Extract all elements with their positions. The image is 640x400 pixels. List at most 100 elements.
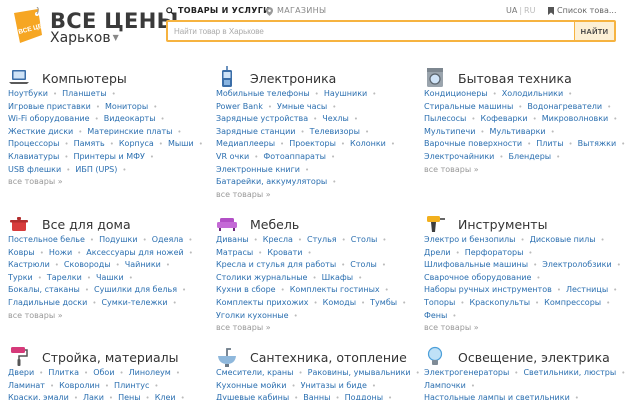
category-title[interactable]: Инструменты [458,217,547,233]
category-link[interactable]: Электронные книги [216,165,300,174]
category-link[interactable]: Столы [351,235,378,244]
category-link[interactable]: Унитазы и биде [301,381,367,390]
category-link[interactable]: Корпуса [119,139,154,148]
category-link[interactable]: Стулья [307,235,337,244]
category-link[interactable]: Светильники, люстры [523,368,616,377]
category-link[interactable]: Линолеум [129,368,171,377]
category-link[interactable]: Обои [93,368,114,377]
category-link[interactable]: VR очки [216,152,249,161]
category-link[interactable]: Комплекты прихожих [216,298,309,307]
category-link[interactable]: Мыши [168,139,194,148]
category-title[interactable]: Компьютеры [42,71,127,87]
category-title[interactable]: Освещение, электрика [458,350,610,366]
category-link[interactable]: Видеокарты [104,114,156,123]
category-link[interactable]: Пены [118,393,140,400]
category-link[interactable]: Столы [350,260,377,269]
category-link[interactable]: Фотоаппараты [263,152,326,161]
category-link[interactable]: Гладильные доски [8,298,87,307]
category-link[interactable]: Холодильники [502,89,563,98]
category-link[interactable]: Лаки [83,393,104,400]
category-link[interactable]: Wi-Fi оборудование [8,114,90,123]
category-link[interactable]: Турки [8,273,33,282]
category-link[interactable]: Чайники [125,260,161,269]
category-link[interactable]: Водонагреватели [527,102,602,111]
favorites-link[interactable]: Список това... [548,5,616,17]
category-link[interactable]: Перфораторы [465,248,524,257]
category-link[interactable]: Ковры [8,248,35,257]
category-link[interactable]: Одеяла [152,235,184,244]
category-link[interactable]: Дрели [424,248,451,257]
category-link[interactable]: Power Bank [216,102,263,111]
category-link[interactable]: Сварочное оборудование [424,273,531,282]
category-title[interactable]: Стройка, материалы [42,350,179,366]
category-link[interactable]: Ковролин [59,381,100,390]
category-link[interactable]: Аксессуары для ножей [86,248,183,257]
search-input[interactable] [168,22,574,40]
category-link[interactable]: Материнские платы [87,127,172,136]
all-products-link[interactable]: все товары » [8,177,63,186]
category-link[interactable]: Планшеты [62,89,106,98]
category-link[interactable]: Наушники [324,89,367,98]
category-link[interactable]: Медиаплееры [216,139,275,148]
category-link[interactable]: Краски, эмали [8,393,69,400]
category-link[interactable]: Сумки-тележки [101,298,167,307]
category-link[interactable]: Вытяжки [578,139,617,148]
category-link[interactable]: Ванны [303,393,330,400]
category-link[interactable]: ИБП (UPS) [75,165,117,174]
category-link[interactable]: Клавиатуры [8,152,59,161]
category-link[interactable]: Зарядные устройства [216,114,308,123]
lang-ru[interactable]: RU [524,6,535,15]
category-link[interactable]: Мобильные телефоны [216,89,310,98]
category-link[interactable]: Умные часы [277,102,327,111]
category-link[interactable]: Мультипечи [424,127,475,136]
category-title[interactable]: Электроника [250,71,336,87]
category-link[interactable]: Сковороды [64,260,111,269]
category-link[interactable]: Кофеварки [481,114,528,123]
category-link[interactable]: Электрогенераторы [424,368,509,377]
category-link[interactable]: Кухонные мойки [216,381,286,390]
category-link[interactable]: Принтеры и МФУ [73,152,144,161]
category-link[interactable]: Постельное белье [8,235,85,244]
category-link[interactable]: Зарядные станции [216,127,296,136]
category-link[interactable]: Игровые приставки [8,102,91,111]
category-link[interactable]: Ноутбуки [8,89,48,98]
category-link[interactable]: Батарейки, аккумуляторы [216,177,327,186]
category-link[interactable]: Кастрюли [8,260,50,269]
category-link[interactable]: Краскопульты [469,298,530,307]
category-link[interactable]: Телевизоры [310,127,360,136]
category-link[interactable]: Кресла и стулья для работы [216,260,336,269]
category-link[interactable]: Стиральные машины [424,102,513,111]
all-products-link[interactable]: все товары » [216,323,271,332]
category-title[interactable]: Все для дома [42,217,131,233]
category-link[interactable]: Тарелки [47,273,82,282]
category-link[interactable]: Пылесосы [424,114,466,123]
category-link[interactable]: Кровати [267,248,302,257]
category-link[interactable]: Кондиционеры [424,89,488,98]
category-link[interactable]: Матрасы [216,248,253,257]
category-title[interactable]: Мебель [250,217,299,233]
category-link[interactable]: Электрочайники [424,152,494,161]
category-link[interactable]: Плинтус [114,381,149,390]
category-link[interactable]: Двери [8,368,34,377]
category-link[interactable]: Жесткие диски [8,127,73,136]
all-products-link[interactable]: все товары » [216,190,271,199]
category-link[interactable]: Блендеры [509,152,552,161]
all-products-link[interactable]: все товары » [424,323,479,332]
category-link[interactable]: Чехлы [322,114,349,123]
category-link[interactable]: Кухни в сборе [216,285,276,294]
category-link[interactable]: Дисковые пилы [530,235,596,244]
category-link[interactable]: Уголки кухонные [216,311,289,320]
category-link[interactable]: Топоры [424,298,455,307]
category-link[interactable]: Колонки [350,139,386,148]
price-tag-logo-icon[interactable]: ВСЕ ЦЕНЫ [8,7,44,45]
category-link[interactable]: Плиты [536,139,563,148]
category-link[interactable]: Фены [424,311,447,320]
category-link[interactable]: Душевые кабины [216,393,289,400]
category-link[interactable]: Настольные лампы и светильники [424,393,570,400]
category-link[interactable]: Электролобзики [542,260,612,269]
category-link[interactable]: Наборы ручных инструментов [424,285,552,294]
category-link[interactable]: Шкафы [322,273,353,282]
category-title[interactable]: Сантехника, отопление [250,350,407,366]
category-link[interactable]: Бокалы, стаканы [8,285,80,294]
category-link[interactable]: Клеи [155,393,176,400]
